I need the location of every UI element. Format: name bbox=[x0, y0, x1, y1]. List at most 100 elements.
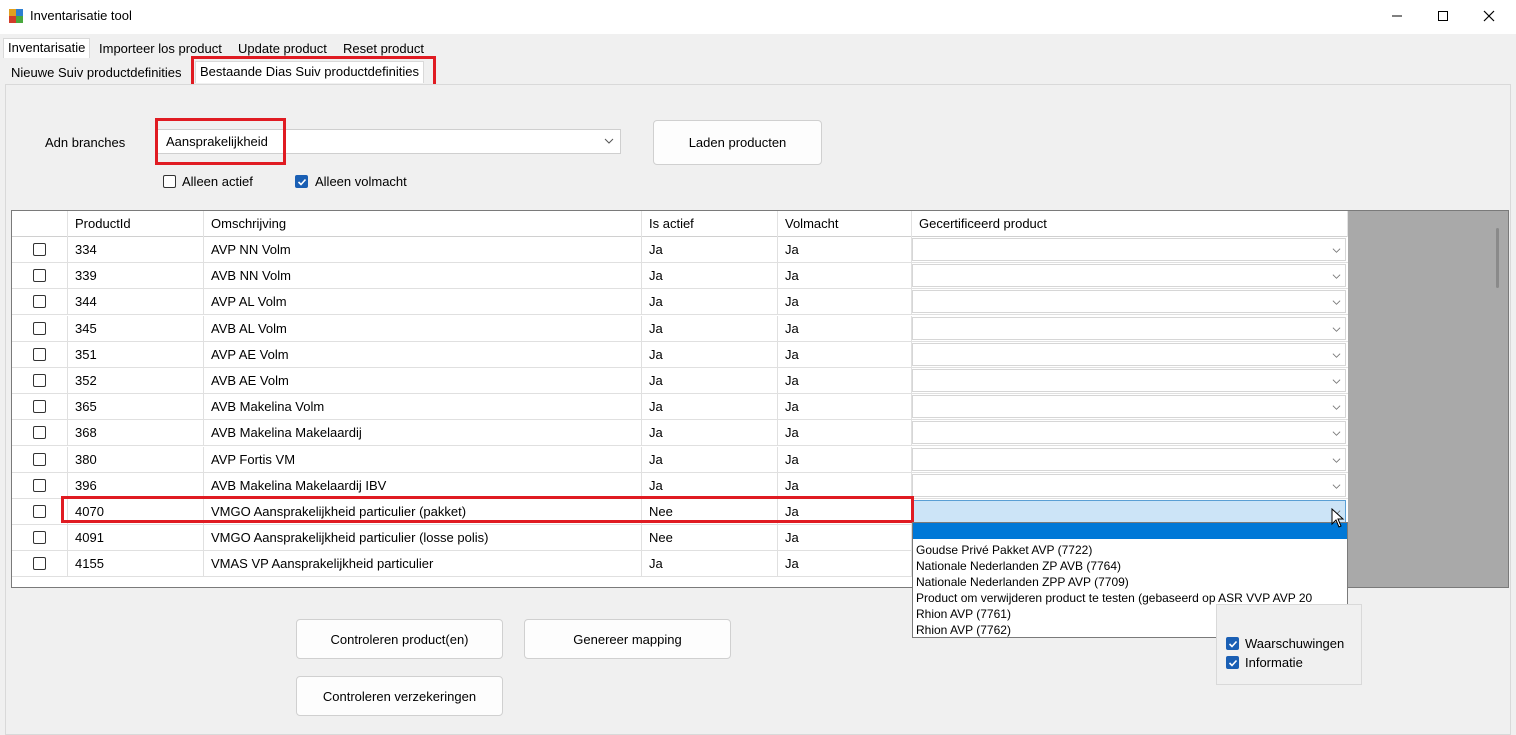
table-row[interactable]: 339 AVB NN Volm Ja Ja bbox=[12, 263, 1348, 290]
certified-product-combobox[interactable] bbox=[912, 500, 1346, 523]
row-checkbox[interactable] bbox=[33, 374, 46, 387]
cell-is-actief[interactable]: Ja bbox=[642, 237, 778, 263]
table-row[interactable]: 380 AVP Fortis VM Ja Ja bbox=[12, 446, 1348, 473]
cell-is-actief[interactable]: Ja bbox=[642, 394, 778, 421]
row-checkbox[interactable] bbox=[33, 505, 46, 518]
cell-productid[interactable]: 352 bbox=[68, 368, 204, 394]
controleren-verzekeringen-button[interactable]: Controleren verzekeringen bbox=[296, 676, 503, 716]
row-checkbox[interactable] bbox=[33, 295, 46, 309]
certified-product-combobox[interactable] bbox=[912, 238, 1346, 261]
certified-product-combobox[interactable] bbox=[912, 264, 1346, 288]
load-products-button[interactable]: Laden producten bbox=[653, 120, 822, 165]
header-omschrijving[interactable]: Omschrijving bbox=[204, 211, 642, 237]
cell-volmacht[interactable]: Ja bbox=[778, 368, 912, 394]
certified-product-combobox[interactable] bbox=[912, 421, 1346, 445]
cell-productid[interactable]: 334 bbox=[68, 237, 204, 263]
informatie-checkbox[interactable] bbox=[1226, 656, 1239, 669]
cell-volmacht[interactable]: Ja bbox=[778, 237, 912, 263]
alleen-volmacht-checkbox[interactable] bbox=[295, 175, 308, 188]
row-checkbox[interactable] bbox=[33, 243, 46, 256]
cell-productid[interactable]: 4155 bbox=[68, 551, 204, 578]
dropdown-option[interactable]: Nationale Nederlanden ZPP AVP (7709) bbox=[916, 574, 1129, 590]
cell-volmacht[interactable]: Ja bbox=[778, 472, 912, 499]
cell-omschrijving[interactable]: AVB NN Volm bbox=[204, 263, 642, 290]
table-row[interactable]: 365 AVB Makelina Volm Ja Ja bbox=[12, 394, 1348, 421]
row-checkbox[interactable] bbox=[33, 347, 46, 361]
tab-inventarisatie[interactable]: Inventarisatie bbox=[3, 38, 91, 58]
row-checkbox[interactable] bbox=[33, 478, 46, 492]
row-checkbox[interactable] bbox=[33, 321, 46, 335]
dropdown-selected-empty[interactable] bbox=[913, 523, 1347, 539]
certified-product-combobox[interactable] bbox=[912, 290, 1346, 314]
maximize-button[interactable] bbox=[1420, 0, 1466, 32]
certified-product-combobox[interactable] bbox=[912, 473, 1346, 497]
cell-productid[interactable]: 351 bbox=[68, 341, 204, 368]
cell-omschrijving[interactable]: AVB AL Volm bbox=[204, 315, 642, 342]
row-checkbox[interactable] bbox=[33, 400, 46, 414]
close-button[interactable] bbox=[1466, 0, 1512, 32]
cell-is-actief[interactable]: Ja bbox=[642, 446, 778, 473]
cell-omschrijving[interactable]: VMGO Aansprakelijkheid particulier (loss… bbox=[204, 525, 642, 552]
table-row[interactable]: 368 AVB Makelina Makelaardij Ja Ja bbox=[12, 420, 1348, 447]
cell-productid[interactable]: 339 bbox=[68, 263, 204, 290]
certified-product-combobox[interactable] bbox=[912, 342, 1346, 366]
cell-omschrijving[interactable]: AVP Fortis VM bbox=[204, 446, 642, 473]
dropdown-option[interactable]: Nationale Nederlanden ZP AVB (7764) bbox=[916, 558, 1121, 574]
row-checkbox[interactable] bbox=[33, 269, 46, 283]
cell-is-actief[interactable]: Ja bbox=[642, 289, 778, 316]
header-is-actief[interactable]: Is actief bbox=[642, 211, 778, 237]
row-checkbox[interactable] bbox=[33, 452, 46, 466]
dropdown-option[interactable]: Rhion AVP (7762) bbox=[916, 622, 1011, 637]
row-checkbox[interactable] bbox=[33, 557, 46, 571]
cell-productid[interactable]: 345 bbox=[68, 315, 204, 342]
certified-product-combobox[interactable] bbox=[912, 447, 1346, 471]
minimize-button[interactable] bbox=[1374, 0, 1420, 32]
waarschuwingen-checkbox[interactable] bbox=[1226, 637, 1239, 650]
cell-is-actief[interactable]: Ja bbox=[642, 263, 778, 290]
table-row[interactable]: 396 AVB Makelina Makelaardij IBV Ja Ja bbox=[12, 472, 1348, 499]
dropdown-option[interactable]: Goudse Privé Pakket AVP (7722) bbox=[916, 542, 1092, 558]
table-row[interactable]: 345 AVB AL Volm Ja Ja bbox=[12, 315, 1348, 342]
row-checkbox[interactable] bbox=[33, 531, 46, 545]
grid-scrollbar[interactable] bbox=[1496, 228, 1499, 288]
cell-productid[interactable]: 4091 bbox=[68, 525, 204, 552]
cell-productid[interactable]: 344 bbox=[68, 289, 204, 316]
cell-omschrijving[interactable]: AVB Makelina Makelaardij IBV bbox=[204, 472, 642, 499]
subtab-nieuwe-suiv[interactable]: Nieuwe Suiv productdefinities bbox=[7, 63, 186, 85]
cell-omschrijving[interactable]: AVP AL Volm bbox=[204, 289, 642, 316]
cell-volmacht[interactable]: Ja bbox=[778, 315, 912, 342]
cell-omschrijving[interactable]: AVP NN Volm bbox=[204, 237, 642, 263]
cell-volmacht[interactable]: Ja bbox=[778, 394, 912, 421]
cell-omschrijving[interactable]: AVB AE Volm bbox=[204, 368, 642, 394]
table-row[interactable]: 351 AVP AE Volm Ja Ja bbox=[12, 341, 1348, 368]
table-row[interactable]: 334 AVP NN Volm Ja Ja bbox=[12, 237, 1348, 263]
alleen-actief-checkbox[interactable] bbox=[163, 175, 176, 188]
dropdown-option[interactable]: Rhion AVP (7761) bbox=[916, 606, 1011, 622]
cell-omschrijving[interactable]: VMAS VP Aansprakelijkheid particulier bbox=[204, 551, 642, 578]
header-gecertificeerd[interactable]: Gecertificeerd product bbox=[912, 211, 1348, 237]
cell-productid[interactable]: 365 bbox=[68, 394, 204, 421]
cell-is-actief[interactable]: Ja bbox=[642, 368, 778, 394]
cell-volmacht[interactable]: Ja bbox=[778, 289, 912, 316]
cell-productid[interactable]: 368 bbox=[68, 420, 204, 447]
cell-is-actief[interactable]: Nee bbox=[642, 525, 778, 552]
certified-product-combobox[interactable] bbox=[912, 316, 1346, 340]
table-row[interactable]: 344 AVP AL Volm Ja Ja bbox=[12, 289, 1348, 316]
cell-omschrijving[interactable]: AVB Makelina Makelaardij bbox=[204, 420, 642, 447]
cell-is-actief[interactable]: Ja bbox=[642, 341, 778, 368]
cell-is-actief[interactable]: Ja bbox=[642, 315, 778, 342]
cell-volmacht[interactable]: Ja bbox=[778, 551, 912, 578]
cell-volmacht[interactable]: Ja bbox=[778, 420, 912, 447]
table-row[interactable]: 352 AVB AE Volm Ja Ja bbox=[12, 368, 1348, 394]
certified-product-combobox[interactable] bbox=[912, 395, 1346, 419]
header-productid[interactable]: ProductId bbox=[68, 211, 204, 237]
cell-is-actief[interactable]: Ja bbox=[642, 420, 778, 447]
cell-productid[interactable]: 380 bbox=[68, 446, 204, 473]
cell-is-actief[interactable]: Ja bbox=[642, 472, 778, 499]
cell-volmacht[interactable]: Ja bbox=[778, 525, 912, 552]
header-volmacht[interactable]: Volmacht bbox=[778, 211, 912, 237]
controleren-producten-button[interactable]: Controleren product(en) bbox=[296, 619, 503, 659]
cell-volmacht[interactable]: Ja bbox=[778, 263, 912, 290]
cell-omschrijving[interactable]: AVB Makelina Volm bbox=[204, 394, 642, 421]
cell-omschrijving[interactable]: AVP AE Volm bbox=[204, 341, 642, 368]
